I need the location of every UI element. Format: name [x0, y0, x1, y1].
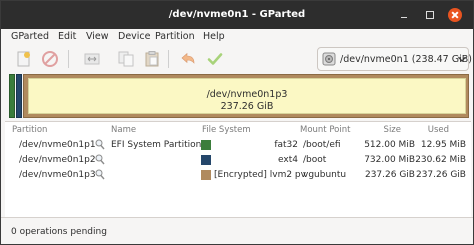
menu-view[interactable]: View [86, 31, 109, 42]
delete-partition-button[interactable] [41, 50, 59, 68]
partition-map: /dev/nvme0n1p3 237.26 GiB [9, 74, 469, 118]
used-cell: 237.26 GiB [415, 170, 466, 180]
mount-cell: /boot [303, 155, 327, 165]
table-row[interactable]: /dev/nvme0n1p3 [Encrypted] lvm2 pv vgubu… [5, 168, 471, 183]
status-bar: 0 operations pending [1, 217, 473, 244]
name-cell: EFI System Partition [111, 140, 202, 150]
size-cell: 237.26 GiB [364, 170, 415, 180]
gparted-window: /dev/nvme0n1 - GParted GParted Edit View… [0, 0, 474, 245]
partition-cell: /dev/nvme0n1p2 [19, 155, 96, 165]
undo-arrow-icon [181, 52, 195, 64]
used-cell: 12.95 MiB [420, 140, 466, 150]
partition-segment-p3[interactable]: /dev/nvme0n1p3 237.26 GiB [23, 74, 469, 118]
column-header-used[interactable]: Used [413, 125, 449, 135]
menu-partition[interactable]: Partition [155, 31, 195, 42]
harddisk-icon [322, 52, 336, 66]
resize-icon [84, 53, 100, 65]
no-entry-icon [42, 51, 58, 67]
filesystem-color-swatch [201, 140, 211, 150]
filesystem-cell: [Encrypted] lvm2 pv [214, 170, 306, 180]
magnifier-icon [95, 139, 105, 150]
mount-cell: vgubuntu [303, 170, 347, 180]
partition-segment-p3-usage: /dev/nvme0n1p3 237.26 GiB [28, 78, 466, 114]
apply-button[interactable] [206, 50, 224, 68]
device-selector[interactable]: /dev/nvme0n1 (238.47 GiB) [317, 47, 472, 71]
paste-button[interactable] [143, 50, 161, 68]
partition-segment-p1[interactable] [9, 74, 15, 118]
segment-name: /dev/nvme0n1p3 [206, 89, 288, 100]
copy-icon [118, 51, 134, 67]
menu-edit[interactable]: Edit [58, 31, 76, 42]
filesystem-color-swatch [201, 170, 211, 180]
magnifier-icon [95, 154, 105, 165]
toolbar-separator [168, 50, 169, 68]
table-row[interactable]: /dev/nvme0n1p1 EFI System Partition fat3… [5, 138, 471, 153]
toolbar-separator [68, 50, 69, 68]
partition-cell: /dev/nvme0n1p1 [19, 140, 96, 150]
menu-device[interactable]: Device [118, 31, 151, 42]
device-selector-label: /dev/nvme0n1 (238.47 GiB) [340, 54, 472, 65]
title-bar: /dev/nvme0n1 - GParted [1, 1, 473, 29]
column-header-size[interactable]: Size [356, 125, 401, 135]
close-button[interactable] [448, 8, 462, 22]
size-cell: 732.00 MiB [364, 155, 415, 165]
minimize-button[interactable] [397, 8, 411, 22]
checkmark-icon [207, 53, 223, 65]
new-document-icon [17, 51, 30, 67]
copy-button[interactable] [117, 50, 135, 68]
partition-table: Partition Name File System Mount Point S… [5, 121, 471, 217]
table-row[interactable]: /dev/nvme0n1p2 ext4 /boot 732.00 MiB 230… [5, 153, 471, 168]
chevron-down-icon [458, 56, 466, 62]
segment-size: 237.26 GiB [220, 101, 274, 112]
undo-button[interactable] [179, 50, 197, 68]
filesystem-color-swatch [201, 155, 211, 165]
toolbar: /dev/nvme0n1 (238.47 GiB) [1, 45, 473, 73]
filesystem-cell: ext4 [278, 155, 298, 165]
column-header-name[interactable]: Name [111, 125, 136, 135]
menu-help[interactable]: Help [203, 31, 225, 42]
status-text: 0 operations pending [11, 227, 107, 237]
menu-bar: GParted Edit View Device Partition Help [1, 29, 473, 45]
partition-cell: /dev/nvme0n1p3 [19, 170, 96, 180]
column-header-partition[interactable]: Partition [12, 125, 47, 135]
paste-icon [145, 51, 159, 67]
new-partition-button[interactable] [15, 50, 33, 68]
magnifier-icon [95, 169, 105, 180]
resize-move-button[interactable] [83, 50, 101, 68]
maximize-button[interactable] [423, 8, 437, 22]
menu-gparted[interactable]: GParted [11, 31, 49, 42]
used-cell: 230.62 MiB [415, 155, 466, 165]
size-cell: 512.00 MiB [364, 140, 415, 150]
column-header-mountpoint[interactable]: Mount Point [300, 125, 350, 135]
column-header-filesystem[interactable]: File System [202, 125, 251, 135]
mount-cell: /boot/efi [303, 140, 341, 150]
filesystem-cell: fat32 [274, 140, 298, 150]
partition-segment-p2[interactable] [16, 74, 22, 118]
